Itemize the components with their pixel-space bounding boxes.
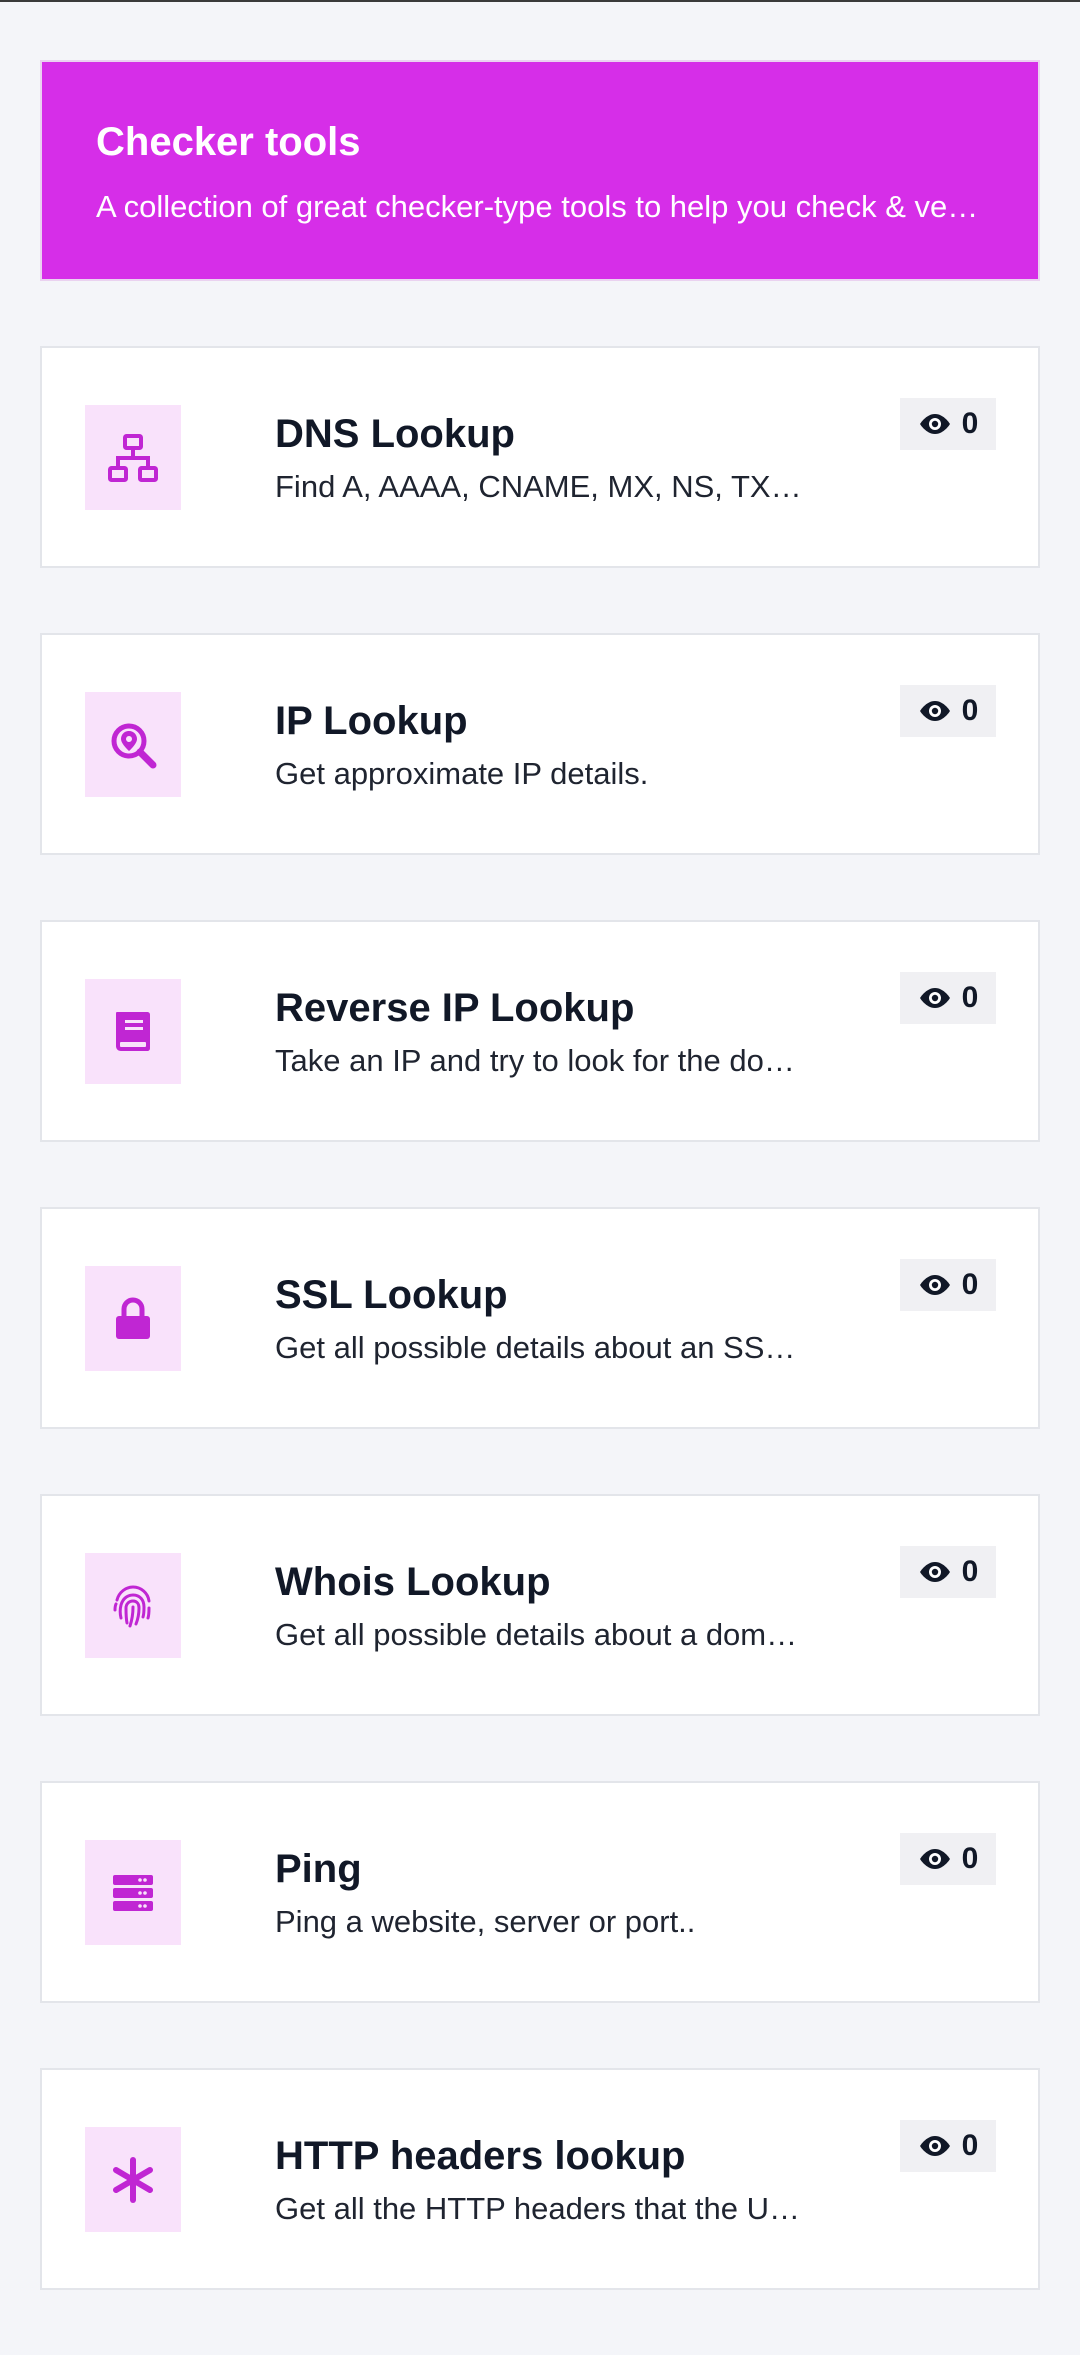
eye-icon xyxy=(919,414,950,434)
tool-card-dns-lookup[interactable]: DNS Lookup Find A, AAAA, CNAME, MX, NS, … xyxy=(40,346,1040,568)
tool-icon-box xyxy=(85,1553,181,1658)
page-title: Checker tools xyxy=(96,120,361,164)
eye-icon xyxy=(919,988,950,1008)
views-count: 0 xyxy=(961,1268,979,1301)
server-icon xyxy=(113,1874,153,1911)
tool-description: Get all possible details about a domain … xyxy=(275,1617,805,1652)
views-badge: 0 xyxy=(900,685,996,737)
tool-card-ip-lookup[interactable]: IP Lookup Get approximate IP details. 0 xyxy=(40,633,1040,855)
tool-description: Find A, AAAA, CNAME, MX, NS, TXT, SOA DN… xyxy=(275,469,805,504)
views-badge: 0 xyxy=(900,1259,996,1311)
views-badge: 0 xyxy=(900,398,996,450)
tool-list: DNS Lookup Find A, AAAA, CNAME, MX, NS, … xyxy=(40,346,1040,2355)
search-location-icon xyxy=(111,723,157,768)
views-count: 0 xyxy=(961,981,979,1014)
fingerprint-icon xyxy=(113,1584,151,1627)
tool-icon-box xyxy=(85,405,181,510)
views-badge: 0 xyxy=(900,2120,996,2172)
tool-title: DNS Lookup xyxy=(275,412,515,456)
views-count: 0 xyxy=(961,407,979,440)
tool-icon-box xyxy=(85,2127,181,2232)
eye-icon xyxy=(919,1562,950,1582)
tool-description: Get approximate IP details. xyxy=(275,756,649,791)
tool-card-reverse-ip-lookup[interactable]: Reverse IP Lookup Take an IP and try to … xyxy=(40,920,1040,1142)
tool-card-ssl-lookup[interactable]: SSL Lookup Get all possible details abou… xyxy=(40,1207,1040,1429)
tool-card-http-headers-lookup[interactable]: HTTP headers lookup Get all the HTTP hea… xyxy=(40,2068,1040,2290)
lock-icon xyxy=(116,1296,150,1339)
tool-icon-box xyxy=(85,979,181,1084)
tool-card-ping[interactable]: Ping Ping a website, server or port.. 0 xyxy=(40,1781,1040,2003)
tool-icon-box xyxy=(85,692,181,797)
views-count: 0 xyxy=(961,1555,979,1588)
tool-description: Get all the HTTP headers that the URL re… xyxy=(275,2191,805,2226)
tool-description: Ping a website, server or port.. xyxy=(275,1904,696,1939)
tool-title: Ping xyxy=(275,1847,362,1891)
tool-title: Reverse IP Lookup xyxy=(275,986,635,1030)
asterisk-icon xyxy=(113,2156,153,2203)
views-badge: 0 xyxy=(900,972,996,1024)
tool-card-whois-lookup[interactable]: Whois Lookup Get all possible details ab… xyxy=(40,1494,1040,1716)
eye-icon xyxy=(919,2136,950,2156)
views-count: 0 xyxy=(961,1842,979,1875)
top-border xyxy=(0,0,1080,2)
tool-icon-box xyxy=(85,1266,181,1371)
eye-icon xyxy=(919,701,950,721)
page-subtitle: A collection of great checker-type tools… xyxy=(96,189,988,224)
tool-title: HTTP headers lookup xyxy=(275,2134,686,2178)
views-count: 0 xyxy=(961,694,979,727)
book-icon xyxy=(116,1011,150,1051)
views-count: 0 xyxy=(961,2129,979,2162)
tool-title: IP Lookup xyxy=(275,699,468,743)
tool-description: Take an IP and try to look for the domai… xyxy=(275,1043,805,1078)
views-badge: 0 xyxy=(900,1546,996,1598)
eye-icon xyxy=(919,1849,950,1869)
tool-title: SSL Lookup xyxy=(275,1273,508,1317)
tool-title: Whois Lookup xyxy=(275,1560,551,1604)
tool-icon-box xyxy=(85,1840,181,1945)
category-header: Checker tools A collection of great chec… xyxy=(40,60,1040,281)
views-badge: 0 xyxy=(900,1833,996,1885)
tool-description: Get all possible details about an SSL ce… xyxy=(275,1330,805,1365)
eye-icon xyxy=(919,1275,950,1295)
network-icon xyxy=(108,433,158,482)
